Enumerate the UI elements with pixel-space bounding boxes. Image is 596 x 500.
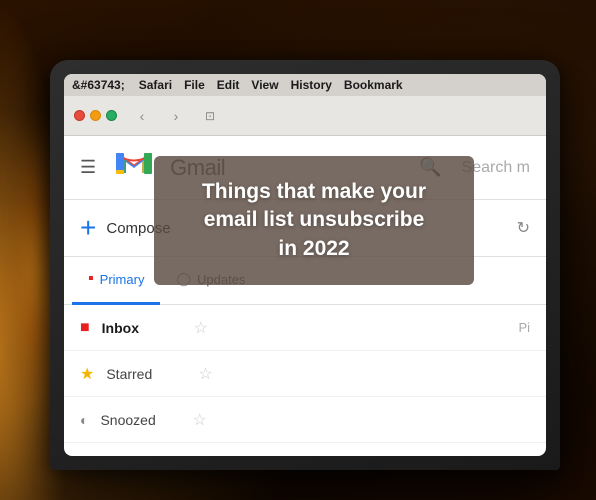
email-time: Pi — [518, 320, 530, 335]
maximize-button[interactable] — [106, 110, 117, 121]
laptop-body: &#63743; Safari File Edit View History B… — [50, 60, 560, 470]
traffic-lights — [74, 110, 117, 121]
forward-button[interactable]: › — [163, 105, 189, 127]
overlay-line3: in 2022 — [278, 237, 349, 260]
macos-menu-bar: &#63743; Safari File Edit View History B… — [64, 74, 546, 96]
sender-label: Inbox — [102, 320, 182, 336]
table-row[interactable]: ◐ Snoozed ☆ — [64, 397, 546, 443]
star-icon[interactable]: ☆ — [194, 318, 208, 338]
close-button[interactable] — [74, 110, 85, 121]
starred-icon[interactable]: ★ — [80, 364, 94, 384]
table-row[interactable]: ■ Inbox ☆ Pi — [64, 305, 546, 351]
overlay-line2: email list unsubscribe — [204, 208, 425, 231]
bookmarks-menu-item[interactable]: Bookmark — [344, 78, 403, 92]
file-menu-item[interactable]: File — [184, 78, 205, 92]
email-list: ■ Inbox ☆ Pi ★ Starred ☆ ◐ Snoozed ☆ — [64, 305, 546, 443]
back-button[interactable]: ‹ — [129, 105, 155, 127]
tab-primary-label: Primary — [100, 272, 145, 287]
history-menu-item[interactable]: History — [291, 78, 332, 92]
screen-bezel: &#63743; Safari File Edit View History B… — [64, 74, 546, 456]
browser-toolbar: ‹ › ⊡ — [64, 96, 546, 136]
inbox-icon: ▪ — [88, 270, 94, 288]
gmail-logo — [116, 150, 152, 186]
apple-menu[interactable]: &#63743; — [72, 78, 125, 92]
sender-label: Starred — [106, 366, 186, 382]
tab-primary[interactable]: ▪ Primary — [72, 257, 160, 305]
snoozed-icon: ◐ — [80, 412, 88, 428]
hamburger-icon[interactable]: ☰ — [80, 157, 96, 178]
overlay-card: Things that make your email list unsubsc… — [154, 156, 474, 285]
overlay-text: Things that make your email list unsubsc… — [178, 178, 450, 263]
minimize-button[interactable] — [90, 110, 101, 121]
sender-label: Snoozed — [100, 412, 180, 428]
safari-menu-item[interactable]: Safari — [139, 78, 172, 92]
tab-view-button[interactable]: ⊡ — [197, 105, 223, 127]
view-menu-item[interactable]: View — [251, 78, 278, 92]
overlay-line1: Things that make your — [202, 180, 426, 203]
compose-plus-icon: + — [80, 212, 96, 244]
star-icon[interactable]: ☆ — [192, 410, 206, 430]
inbox-icon-row: ■ — [80, 319, 90, 337]
compose-expand-icon: ↻ — [517, 218, 530, 238]
browser-chrome: &#63743; Safari File Edit View History B… — [64, 74, 546, 136]
table-row[interactable]: ★ Starred ☆ — [64, 351, 546, 397]
star-icon[interactable]: ☆ — [198, 364, 212, 384]
edit-menu-item[interactable]: Edit — [217, 78, 240, 92]
